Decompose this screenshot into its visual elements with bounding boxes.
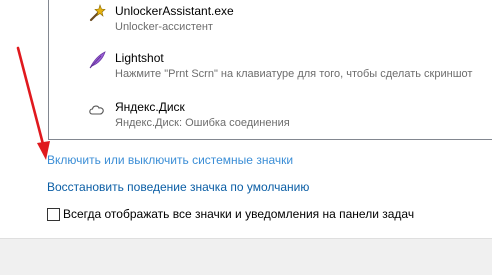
notification-area-icons-window: UnlockerAssistant.exe Unlocker-ассистент… [0, 0, 492, 275]
annotation-arrow-icon [16, 46, 50, 160]
